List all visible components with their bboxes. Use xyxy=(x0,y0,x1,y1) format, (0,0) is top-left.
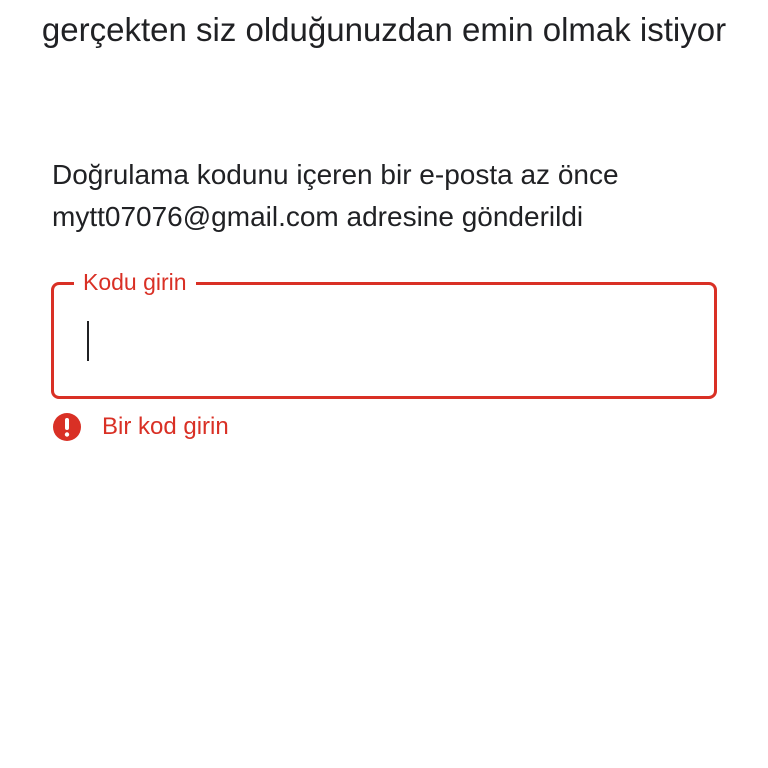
verification-page: gerçekten siz olduğunuzdan emin olmak is… xyxy=(0,0,768,768)
verification-description: Doğrulama kodunu içeren bir e-posta az ö… xyxy=(52,159,619,232)
code-input[interactable] xyxy=(82,313,682,365)
text-cursor xyxy=(87,321,89,361)
code-field-label: Kodu girin xyxy=(74,265,196,299)
page-title: gerçekten siz olduğunuzdan emin olmak is… xyxy=(41,11,727,48)
error-message: Bir kod girin xyxy=(102,413,229,440)
code-field[interactable]: Kodu girin xyxy=(51,265,717,399)
error-message-row: Bir kod girin xyxy=(52,410,229,444)
error-icon xyxy=(52,412,82,442)
